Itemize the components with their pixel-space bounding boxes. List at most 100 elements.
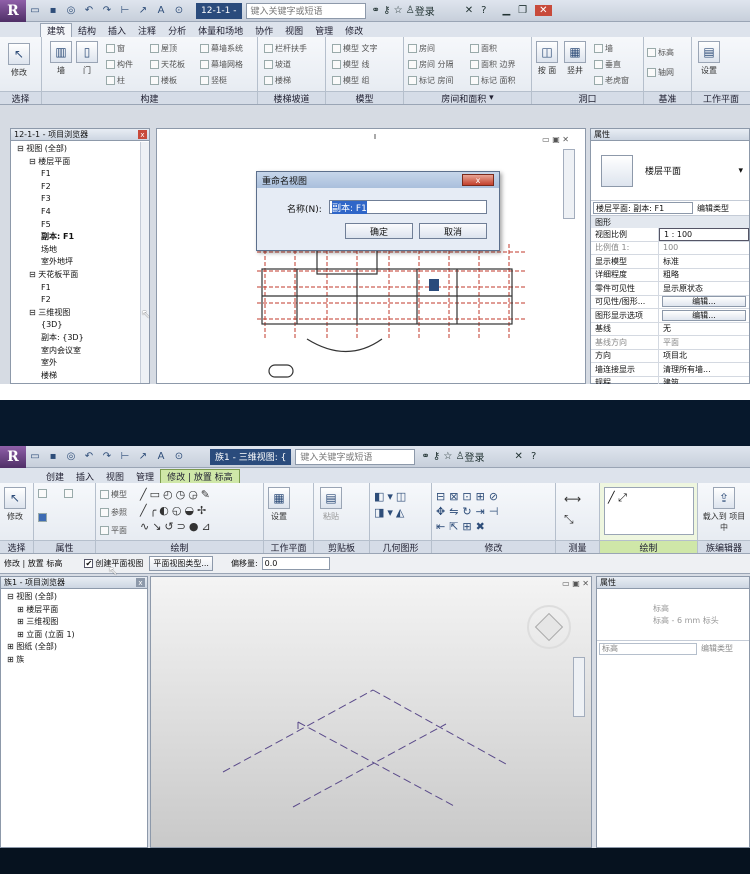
wall-opening-button[interactable]: 墙	[594, 43, 613, 54]
tree-item[interactable]: F1	[13, 282, 149, 295]
tab-7[interactable]: 视图	[279, 23, 309, 37]
app-menu-button[interactable]: R	[0, 0, 26, 22]
property-value[interactable]: 清理所有墙...	[659, 363, 749, 376]
tree-item[interactable]: ⊞ 三维视图	[3, 616, 147, 629]
tree-item[interactable]: 副本: F1	[13, 231, 149, 244]
name-input[interactable]: 副本: F1	[329, 200, 487, 214]
sync-icon[interactable]: ◎	[64, 4, 78, 18]
text-icon[interactable]: ⊙	[172, 450, 186, 464]
login-link[interactable]: 登录	[415, 3, 435, 18]
tree-item[interactable]: ⊟ 视图 (全部)	[3, 591, 147, 604]
grid-button[interactable]: 轴网	[647, 67, 674, 78]
wall-button[interactable]: ▥ 墙	[50, 41, 72, 76]
instance-selector[interactable]: 楼层平面: 副本: F1	[593, 202, 693, 214]
modify-button[interactable]: ↖ 修改	[8, 43, 30, 78]
by-face-button[interactable]: ◫ 按 面	[536, 41, 558, 76]
property-value[interactable]: 1 : 100	[659, 228, 749, 241]
expand-icon[interactable]: ⊞	[17, 630, 26, 639]
model-line-button[interactable]: 模型	[100, 489, 127, 500]
tree-item[interactable]: F2	[13, 294, 149, 307]
canvas-window-controls[interactable]: ▭ ▣ ✕	[542, 135, 569, 144]
redo-icon[interactable]: ↷	[100, 450, 114, 464]
minimize-icon[interactable]: ▁	[502, 5, 510, 16]
tree-item[interactable]: ⊞ 族	[3, 654, 147, 667]
expand-icon[interactable]: ⊟	[29, 308, 38, 317]
tree-item[interactable]: F1	[13, 168, 149, 181]
set-workplane-button[interactable]: ▦ 设置	[268, 487, 290, 522]
login-link[interactable]: 登录	[465, 449, 485, 464]
tree-item[interactable]: ⊞ 立面 (立面 1)	[3, 629, 147, 642]
tree-item[interactable]: 场地	[13, 244, 149, 257]
tree-item[interactable]: 楼梯	[13, 370, 149, 383]
expand-icon[interactable]: ⊞	[17, 617, 26, 626]
edit-type-button[interactable]: 编辑类型	[701, 643, 733, 654]
property-value[interactable]: 平面	[659, 336, 749, 349]
paste-button[interactable]: ▤ 粘贴	[320, 487, 342, 522]
tree-item[interactable]: ⊟ 视图 (全部)	[13, 143, 149, 156]
tree-item[interactable]: 室外	[13, 357, 149, 370]
dialog-close-button[interactable]: x	[462, 174, 494, 186]
tree-item[interactable]: F3	[13, 193, 149, 206]
column-button[interactable]: 柱	[106, 75, 125, 86]
tree-item[interactable]: 副本: {3D}	[13, 332, 149, 345]
tab-0[interactable]: 建筑	[40, 23, 73, 37]
tree-item[interactable]: ⊞ 图纸 (全部)	[3, 641, 147, 654]
family-types-button[interactable]	[38, 489, 49, 498]
plan-view-types-button[interactable]: 平面视图类型...	[149, 556, 213, 571]
tab-2[interactable]: 插入	[102, 23, 132, 37]
tree-item[interactable]: F4	[13, 206, 149, 219]
search-input[interactable]: 键入关键字或短语	[295, 448, 416, 465]
modify-button[interactable]: ↖ 修改	[4, 487, 26, 522]
expand-icon[interactable]: ⊞	[17, 605, 26, 614]
property-value[interactable]: 100	[659, 242, 749, 255]
canvas-window-controls[interactable]: ▭ ▣ ✕	[562, 579, 589, 588]
search-input[interactable]: 键入关键字或短语	[245, 2, 366, 19]
model-line-button[interactable]: 模型 线	[332, 59, 370, 70]
edit-type-button[interactable]: 编辑类型	[697, 203, 729, 214]
expand-icon[interactable]: ⊟	[29, 270, 38, 279]
property-value[interactable]: 标准	[659, 255, 749, 268]
property-value[interactable]: 项目北	[659, 350, 749, 363]
help-icon[interactable]: ?	[481, 5, 486, 16]
tree-item[interactable]: ⊞ 楼层平面	[3, 604, 147, 617]
help-icon[interactable]: ?	[531, 451, 536, 462]
undo-icon[interactable]: ↶	[82, 450, 96, 464]
tree-item[interactable]: 室外地坪	[13, 256, 149, 269]
edit-button[interactable]: 编辑...	[662, 296, 746, 308]
floor-button[interactable]: 楼板	[150, 75, 177, 86]
restore-icon[interactable]: ❐	[518, 5, 527, 16]
offset-input[interactable]: 0.0	[261, 557, 330, 570]
app-menu-button[interactable]: R	[0, 446, 26, 468]
curtain-grid-button[interactable]: 幕墙网格	[200, 59, 243, 70]
property-value[interactable]: 建筑	[659, 377, 749, 384]
room-separator-button[interactable]: 房间 分隔	[408, 59, 454, 70]
navigation-bar[interactable]	[563, 149, 575, 219]
binoculars-icon[interactable]: ⚭	[372, 5, 380, 16]
room-button[interactable]: 房间	[408, 43, 435, 54]
binoculars-icon[interactable]: ⚭	[421, 451, 429, 462]
key-icon[interactable]: ⚷	[383, 5, 390, 16]
navigation-bar[interactable]	[573, 657, 585, 717]
reference-line-button[interactable]: 参照	[100, 507, 127, 518]
tab-8[interactable]: 管理	[309, 23, 339, 37]
roof-button[interactable]: 屋顶	[150, 43, 177, 54]
tab-4[interactable]: 分析	[162, 23, 192, 37]
area-boundary-button[interactable]: 面积 边界	[470, 59, 516, 70]
window-button[interactable]: 窗	[106, 43, 125, 54]
drawing-canvas[interactable]: ▭ ▣ ✕	[156, 128, 586, 384]
exchange-icon[interactable]: ✕	[515, 451, 523, 462]
browser-scrollbar[interactable]	[140, 142, 149, 383]
undo-icon[interactable]: ↶	[82, 4, 96, 18]
tree-item[interactable]: {3D}	[13, 319, 149, 332]
area-button[interactable]: 面积	[470, 43, 497, 54]
tree-item[interactable]: 室内会议室	[13, 345, 149, 358]
geometry-tools-icons[interactable]: ◧▾◫ ◨▾◭	[374, 489, 409, 521]
star-icon[interactable]: ☆	[394, 5, 403, 16]
tab-3[interactable]: 管理	[130, 469, 160, 483]
property-value[interactable]: 显示原状态	[659, 282, 749, 295]
close-icon[interactable]: ✕	[535, 5, 552, 16]
tab-1[interactable]: 插入	[70, 469, 100, 483]
measure-tools-icons[interactable]: ⟷ ⤡	[564, 489, 581, 529]
properties-button[interactable]	[38, 513, 49, 522]
plane-button[interactable]: 平面	[100, 525, 127, 536]
